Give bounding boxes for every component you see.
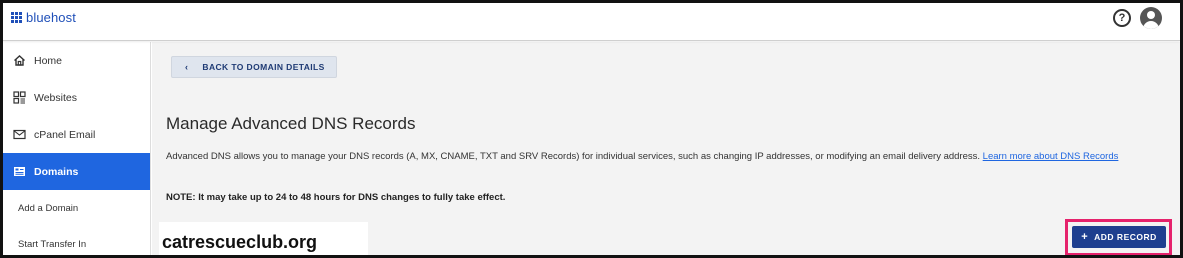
page-title: Manage Advanced DNS Records — [166, 114, 416, 133]
envelope-icon — [12, 128, 26, 142]
domains-icon — [12, 165, 26, 179]
app-window: bluehost ? Home Websites cPanel Email Do… — [0, 0, 1183, 258]
page-description: Advanced DNS allows you to manage your D… — [166, 150, 1151, 163]
sidebar-item-label: Websites — [34, 91, 77, 104]
description-text: Advanced DNS allows you to manage your D… — [166, 151, 981, 162]
help-circle-icon[interactable]: ? — [1113, 9, 1131, 27]
plus-icon: + — [1081, 231, 1089, 243]
bluehost-logo[interactable]: bluehost — [11, 10, 76, 25]
add-record-label: ADD RECORD — [1094, 232, 1157, 242]
add-record-button[interactable]: + ADD RECORD — [1072, 226, 1166, 248]
watermark-label: catrescueclub.org — [159, 222, 368, 255]
logo-grid-icon — [11, 12, 22, 23]
back-to-domain-details-button[interactable]: ‹ BACK TO DOMAIN DETAILS — [171, 56, 337, 78]
sidebar: Home Websites cPanel Email Domains Add a… — [3, 42, 151, 255]
sidebar-item-label: cPanel Email — [34, 128, 96, 141]
dns-propagation-note: NOTE: It may take up to 24 to 48 hours f… — [166, 192, 506, 203]
sidebar-item-websites[interactable]: Websites — [3, 79, 150, 116]
websites-grid-icon — [12, 91, 26, 105]
top-header: bluehost ? — [3, 3, 1180, 41]
user-avatar-icon[interactable] — [1140, 7, 1162, 29]
learn-more-dns-link[interactable]: Learn more about DNS Records — [983, 151, 1119, 162]
brand-name: bluehost — [26, 10, 76, 25]
home-icon — [12, 54, 26, 68]
sidebar-item-label: Home — [34, 54, 63, 67]
chevron-left-icon: ‹ — [185, 62, 189, 72]
sidebar-item-cpanel-email[interactable]: cPanel Email — [3, 116, 150, 153]
sidebar-subitem-start-transfer[interactable]: Start Transfer In — [3, 226, 150, 255]
main-content: ‹ BACK TO DOMAIN DETAILS Manage Advanced… — [152, 42, 1180, 255]
sidebar-item-label: Domains — [34, 165, 79, 178]
sidebar-item-home[interactable]: Home — [3, 42, 150, 79]
sidebar-item-domains[interactable]: Domains — [3, 153, 150, 190]
back-button-label: BACK TO DOMAIN DETAILS — [202, 62, 325, 72]
sidebar-subitem-add-domain[interactable]: Add a Domain — [3, 190, 150, 226]
